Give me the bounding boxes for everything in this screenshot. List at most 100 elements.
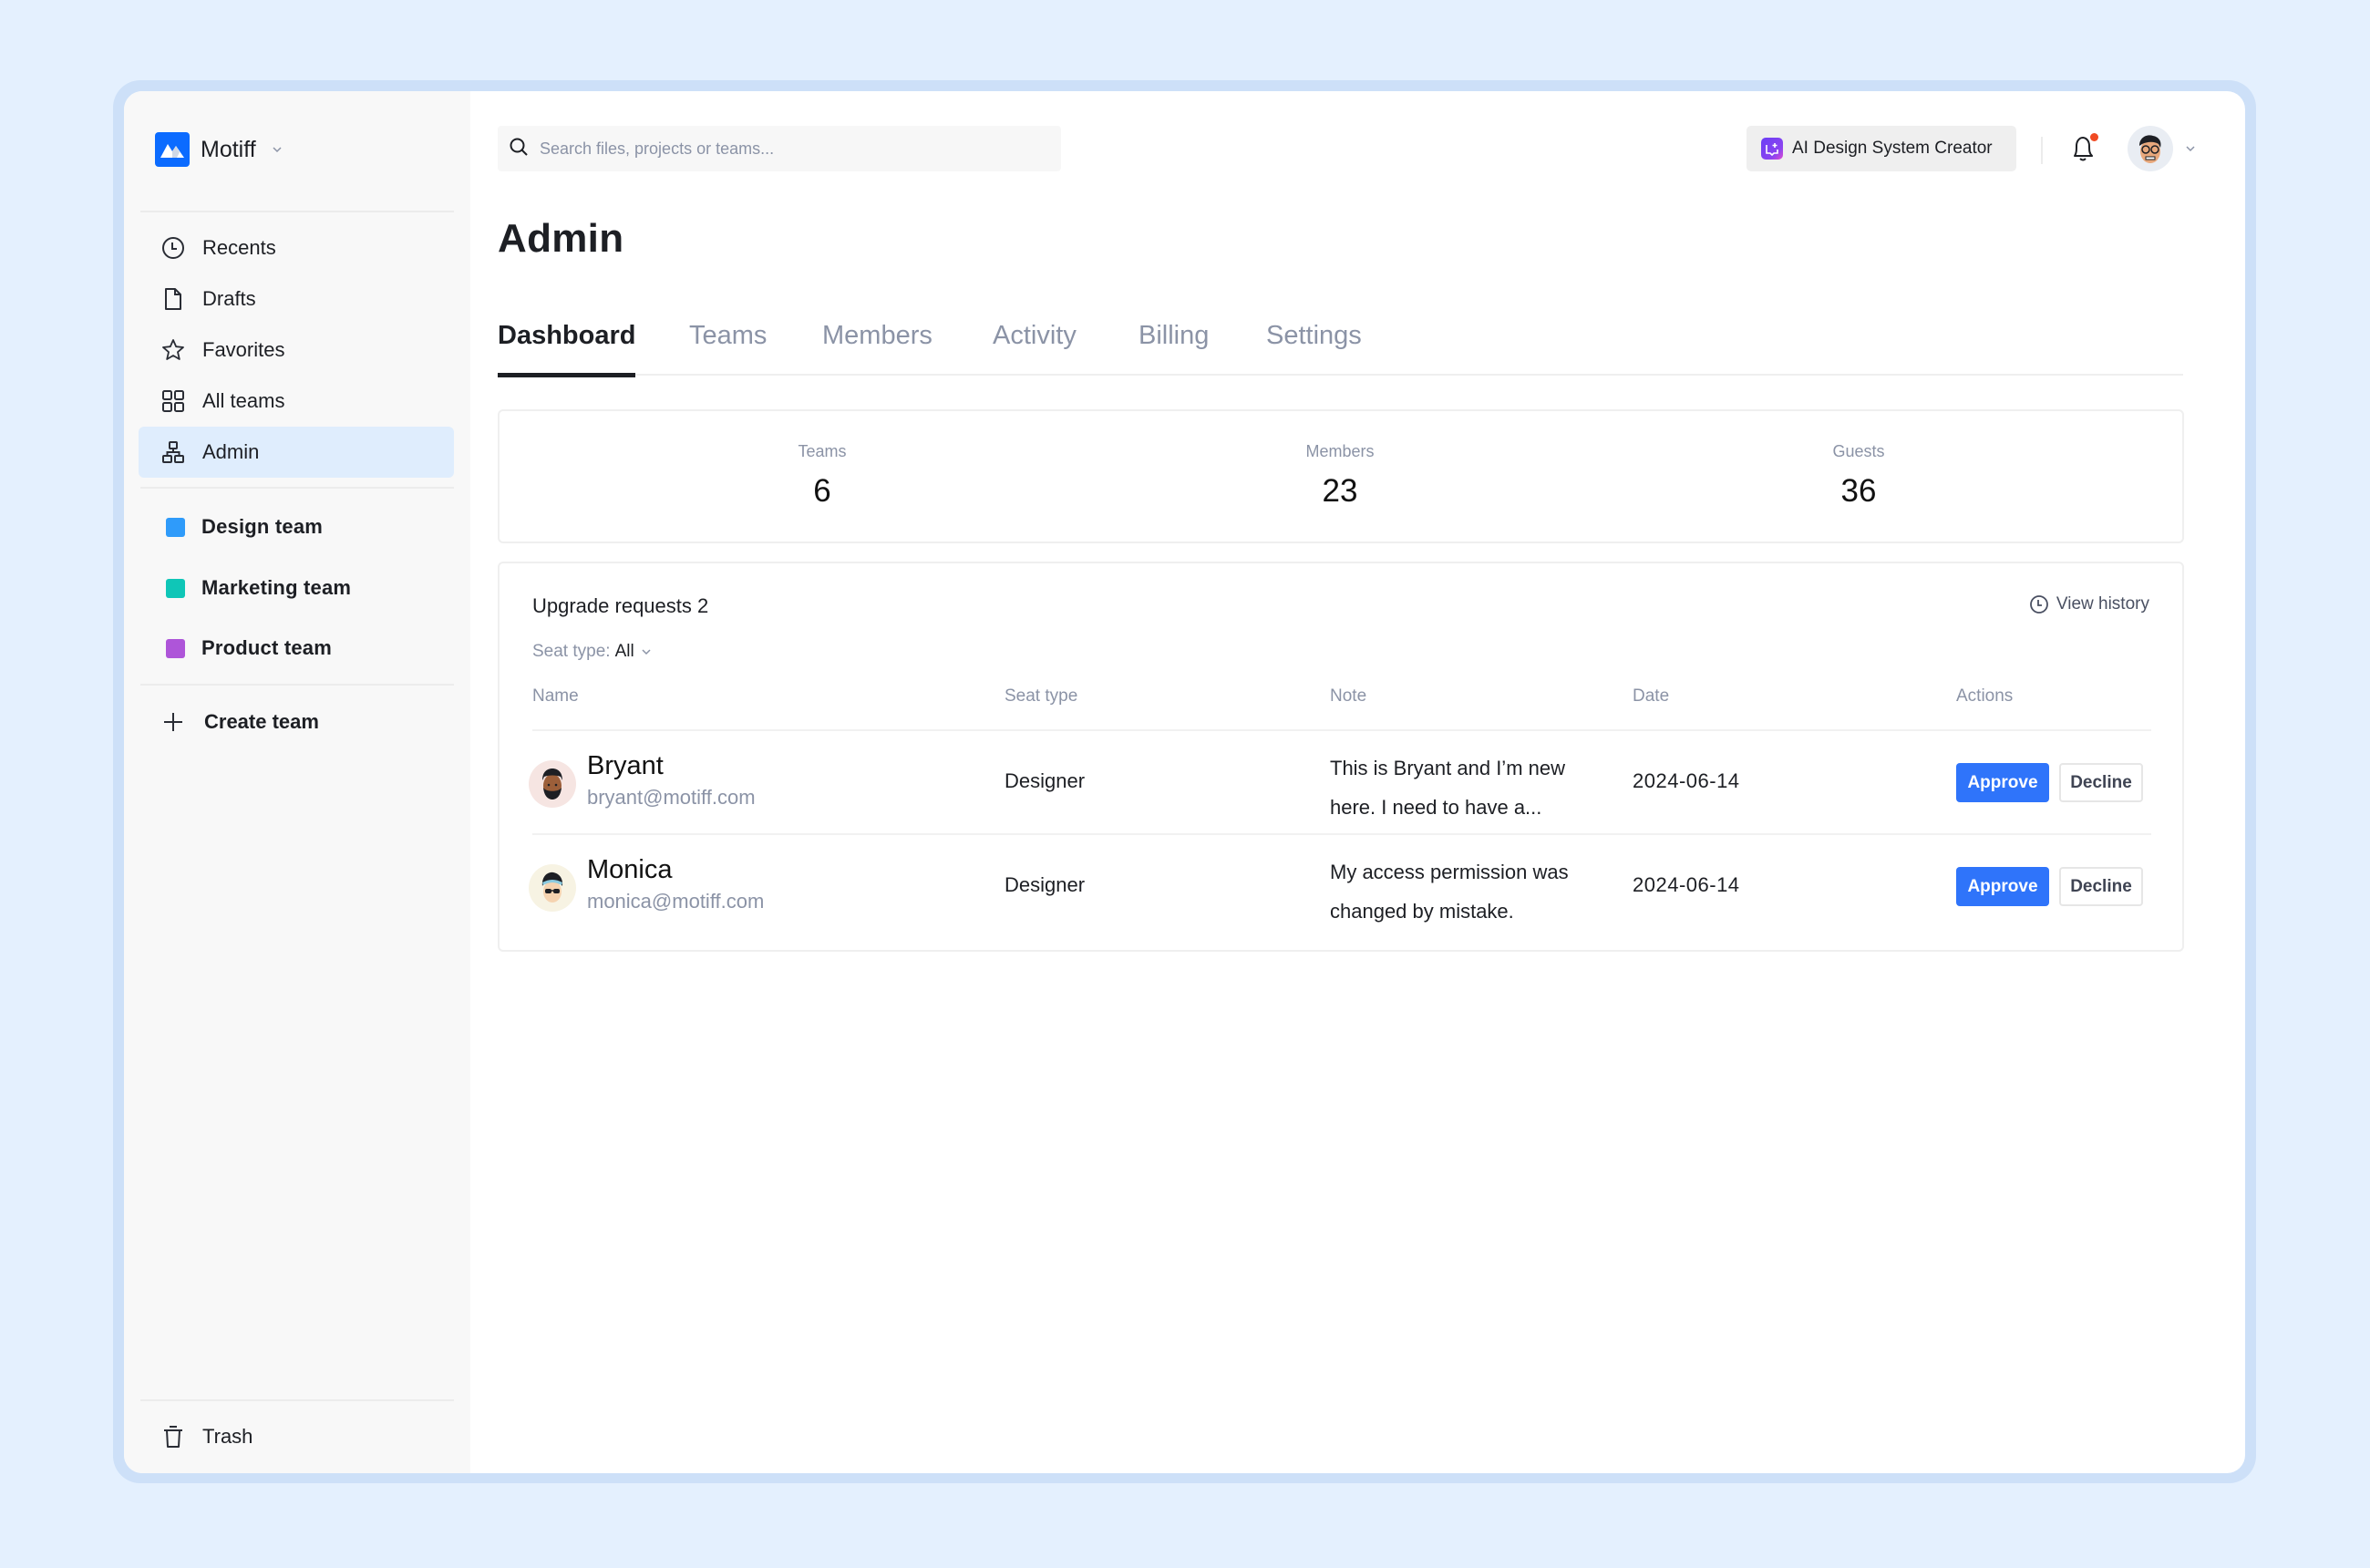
note-cell: This is Bryant and I’m new here. I need …	[1330, 757, 1565, 819]
tab-teams[interactable]: Teams	[689, 321, 767, 376]
admin-tabs: Dashboard Teams Members Activity Billing…	[498, 321, 2183, 377]
star-icon	[160, 337, 186, 363]
sidebar-item-label: Favorites	[202, 338, 285, 361]
notifications-button[interactable]	[2067, 131, 2100, 166]
team-label: Design team	[201, 515, 324, 538]
column-header-name: Name	[532, 686, 579, 706]
stat-value: 23	[1322, 473, 1358, 509]
app-window: Motiff Recents Drafts Favorites All team…	[124, 91, 2245, 1473]
team-label: Marketing team	[201, 576, 352, 599]
sidebar-item-all-teams[interactable]: All teams	[139, 376, 454, 427]
sidebar-item-drafts[interactable]: Drafts	[139, 273, 454, 325]
view-history-label: View history	[2056, 594, 2149, 614]
team-label: Product team	[201, 636, 332, 659]
page-title: Admin	[498, 216, 624, 261]
tab-members[interactable]: Members	[822, 321, 933, 376]
seat-filter-value: All	[614, 642, 634, 661]
table-row: Bryant bryant@motiff.com Designer This i…	[500, 731, 2182, 833]
sidebar-item-trash[interactable]: Trash	[139, 1411, 454, 1462]
sidebar-item-label: Trash	[202, 1425, 253, 1448]
create-team-label: Create team	[204, 710, 319, 733]
search-bar[interactable]	[498, 126, 1061, 171]
tab-activity[interactable]: Activity	[993, 321, 1077, 376]
decline-button[interactable]: Decline	[2059, 763, 2143, 802]
sidebar-divider	[140, 487, 454, 489]
date-cell: 2024-06-14	[1633, 769, 1740, 792]
file-icon	[160, 286, 186, 312]
avatar-image	[2139, 135, 2161, 163]
plus-icon	[160, 709, 186, 735]
main-content: AI Design System Creator Admin Dashboard…	[470, 91, 2245, 1473]
workspace-switcher[interactable]: Motiff	[155, 132, 283, 167]
sidebar-item-favorites[interactable]: Favorites	[139, 325, 454, 376]
seat-type-cell: Designer	[1005, 769, 1086, 792]
approve-button[interactable]: Approve	[1956, 867, 2049, 906]
tab-dashboard[interactable]: Dashboard	[498, 321, 636, 377]
search-input[interactable]	[540, 139, 1032, 159]
column-header-note: Note	[1330, 686, 1367, 706]
header-separator	[2041, 137, 2043, 164]
sidebar-item-label: Admin	[202, 440, 260, 463]
chevron-down-icon	[642, 649, 651, 655]
stat-label: Teams	[798, 442, 847, 460]
seat-filter-label: Seat type:	[532, 642, 611, 661]
decline-button[interactable]: Decline	[2059, 867, 2143, 906]
avatar	[529, 760, 576, 808]
chevron-down-icon	[271, 143, 283, 156]
grid-icon	[160, 388, 186, 414]
column-header-date: Date	[1633, 686, 1670, 706]
create-team-button[interactable]: Create team	[139, 696, 454, 748]
approve-button[interactable]: Approve	[1956, 763, 2049, 802]
clock-icon	[160, 235, 186, 261]
team-color-swatch	[166, 578, 185, 598]
sidebar-divider	[140, 684, 454, 686]
sidebar-team-product[interactable]: Product team	[139, 623, 454, 674]
trash-icon	[160, 1424, 186, 1449]
sidebar-item-recents[interactable]: Recents	[139, 222, 454, 273]
tab-settings[interactable]: Settings	[1266, 321, 1362, 376]
upgrade-requests-card: Upgrade requests 2 View history Seat typ…	[498, 562, 2184, 952]
tab-billing[interactable]: Billing	[1139, 321, 1209, 376]
table-row: Monica monica@motiff.com Designer My acc…	[500, 835, 2182, 937]
requester-name: Monica	[587, 855, 673, 884]
history-clock-icon	[2030, 595, 2048, 614]
upgrade-requests-title: Upgrade requests 2	[532, 594, 709, 617]
team-color-swatch	[166, 517, 185, 537]
sidebar-item-label: Recents	[202, 236, 276, 259]
notification-badge	[2090, 133, 2098, 141]
seat-type-cell: Designer	[1005, 873, 1086, 896]
note-cell: My access permission was changed by mist…	[1330, 861, 1569, 923]
stat-label: Members	[1305, 442, 1375, 460]
requester-name: Bryant	[587, 751, 664, 780]
ai-creator-icon	[1761, 138, 1783, 160]
avatar	[529, 864, 576, 912]
sidebar-divider	[140, 1399, 454, 1401]
sidebar-item-admin[interactable]: Admin	[139, 427, 454, 478]
avatar-image	[542, 769, 562, 799]
account-menu-chevron-icon[interactable]	[2184, 142, 2197, 155]
stat-value: 6	[813, 473, 831, 509]
view-history-link[interactable]: View history	[2029, 594, 2149, 614]
sidebar-divider	[140, 211, 454, 212]
requester-email: bryant@motiff.com	[587, 786, 756, 809]
org-chart-icon	[160, 439, 186, 465]
sidebar: Motiff Recents Drafts Favorites All team…	[124, 91, 470, 1473]
sidebar-team-design[interactable]: Design team	[139, 501, 454, 552]
column-header-actions: Actions	[1956, 686, 2014, 706]
avatar-image	[541, 872, 563, 903]
sidebar-item-label: All teams	[202, 389, 285, 412]
stat-value: 36	[1840, 473, 1877, 509]
date-cell: 2024-06-14	[1633, 873, 1740, 896]
team-color-swatch	[166, 638, 185, 658]
stats-card: Teams 6 Members 23 Guests 36	[498, 409, 2184, 543]
ai-design-system-creator-button[interactable]: AI Design System Creator	[1747, 126, 2016, 171]
seat-type-filter[interactable]: Seat type: All	[532, 642, 653, 662]
column-header-seat-type: Seat type	[1005, 686, 1078, 706]
user-avatar[interactable]	[2128, 126, 2173, 171]
sidebar-team-marketing[interactable]: Marketing team	[139, 562, 454, 614]
stat-label: Guests	[1832, 442, 1885, 460]
ai-button-label: AI Design System Creator	[1792, 139, 1993, 158]
requester-email: monica@motiff.com	[587, 890, 765, 913]
motiff-logo-icon	[155, 132, 190, 167]
sidebar-item-label: Drafts	[202, 287, 256, 310]
